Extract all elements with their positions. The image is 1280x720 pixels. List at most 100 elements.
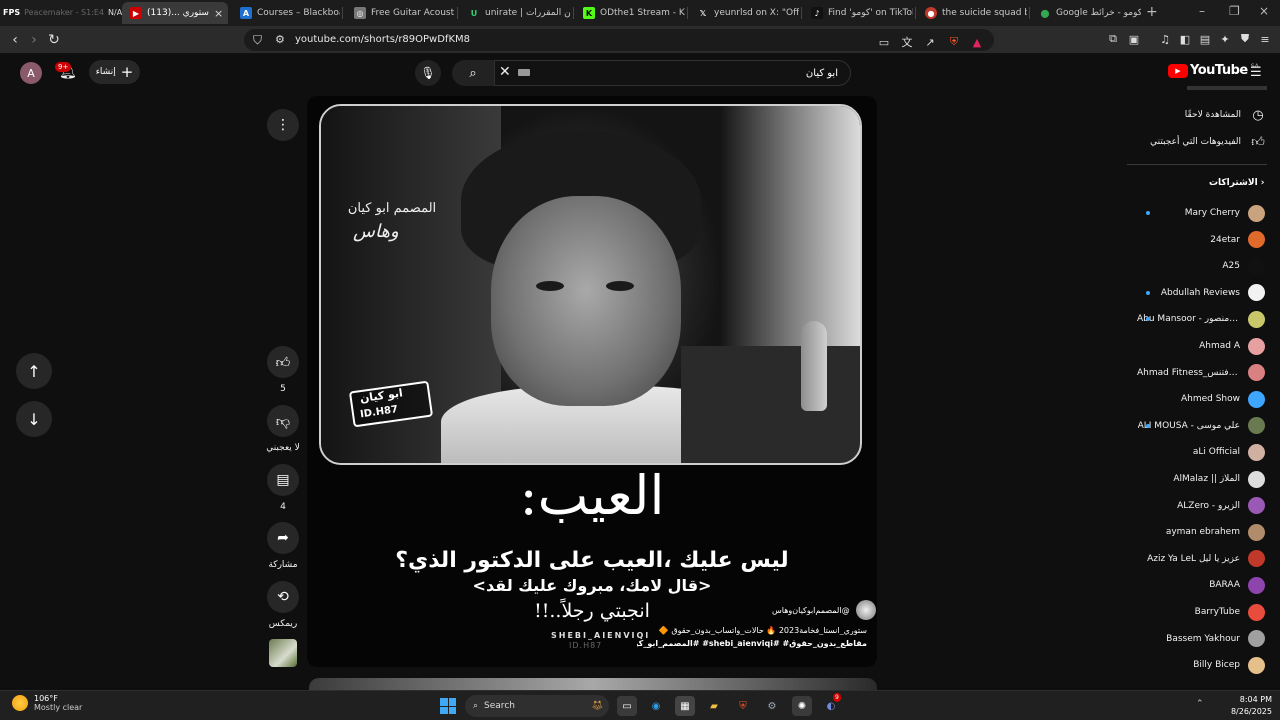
sidebar-item-liked-videos[interactable]: الفيديوهات التي أعجبتني 👍︎ (1127, 132, 1267, 152)
account-avatar[interactable]: A (20, 62, 42, 84)
edge-icon[interactable]: ◉ (646, 696, 666, 716)
tab-blackboard[interactable]: A Courses – Blackboard (232, 2, 340, 24)
guide-menu-icon[interactable]: ☰ (1250, 65, 1262, 80)
subscription-item[interactable]: aLi Official (1137, 442, 1265, 462)
share-icon[interactable]: ↗ (923, 35, 937, 49)
subscription-item[interactable]: Bassem Yakhour (1137, 629, 1265, 649)
chatgpt-icon[interactable]: ✺ (792, 696, 812, 716)
weather-widget[interactable]: 106°F Mostly clear (12, 694, 82, 712)
tab-tiktok[interactable]: ♪ Find 'كومو' on TikTok (803, 2, 913, 24)
windows-start-icon[interactable] (440, 698, 456, 714)
reload-icon[interactable]: ↻ (45, 31, 63, 49)
restore-icon[interactable]: ❐ (1229, 4, 1240, 18)
tab-divider (342, 7, 343, 19)
vpn-icon[interactable]: ⛊ (1238, 32, 1252, 46)
subscriptions-header[interactable]: ‹ الاشتراكات (1209, 178, 1265, 188)
subscription-item[interactable]: Abu Mansoor - ابو منصور (1137, 309, 1265, 329)
fps-value: N/A (108, 7, 123, 17)
brave-shield-icon[interactable]: ⛨ (947, 35, 961, 49)
sidebar-item-watch-later[interactable]: المشاهدة لاحقًا ◷ (1127, 105, 1267, 125)
share-button[interactable]: ➦ (267, 522, 299, 554)
file-explorer-icon[interactable]: ▰ (704, 696, 724, 716)
search-input[interactable] (494, 60, 851, 86)
sound-thumbnail[interactable] (269, 639, 297, 667)
tab-active[interactable]: ▶ ستوري ...(113) × (122, 2, 228, 24)
caption-line-2: <قال لامك، مبروك عليك لقد> (472, 576, 712, 595)
subscription-item[interactable]: 24etar (1137, 230, 1265, 250)
youtube-wordmark: YouTube (1190, 63, 1248, 78)
store-icon[interactable]: ▦ (675, 696, 695, 716)
weather-condition: Mostly clear (34, 703, 83, 712)
subscription-item[interactable]: BARAA (1137, 575, 1265, 595)
sidebar-toggle-icon[interactable]: ▣ (1127, 32, 1141, 46)
video-photo: المصمم ابو كيان وهاس ابو كيان ID.H87 (319, 104, 862, 465)
steam-icon[interactable]: ⚙ (762, 696, 782, 716)
subscription-item[interactable]: ALZero - الزيرو (1137, 496, 1265, 516)
menu-icon[interactable]: ≡ (1258, 32, 1272, 46)
search-button[interactable]: ⌕ (452, 60, 494, 86)
clock[interactable]: 8:04 PM 8/26/2025 (1222, 694, 1272, 718)
url-field[interactable]: ⛉ ⚙ youtube.com/shorts/r89OPwDfKM8 ▭ 文 ↗… (244, 29, 994, 51)
like-button[interactable]: 👍︎ (267, 346, 299, 378)
subscription-item[interactable]: Aziz Ya LeL عزيز يا ليل (1137, 549, 1265, 569)
forward-icon[interactable]: › (25, 31, 43, 49)
tab-kick[interactable]: K ODthe1 Stream - Kick (575, 2, 685, 24)
site-settings-icon[interactable]: ⚙ (275, 33, 285, 46)
remix-button[interactable]: ⟲ (267, 581, 299, 613)
media-icon[interactable]: ♫ (1158, 32, 1172, 46)
extensions-icon[interactable]: ⧉ (1106, 32, 1120, 46)
taskbar-search[interactable]: ⌕ Search 🦊︎ (465, 695, 609, 717)
channel-info[interactable]: @المصمم‌ابوكيان‌وهاس (772, 600, 876, 620)
minimize-icon[interactable]: – (1199, 4, 1205, 18)
next-short-preview[interactable] (309, 678, 877, 690)
new-tab-icon[interactable]: + (1146, 4, 1158, 20)
dislike-button[interactable]: 👎︎ (267, 405, 299, 437)
bookmark-icon[interactable]: ⛉ (253, 33, 262, 48)
subscription-item[interactable]: A25 (1137, 256, 1265, 276)
leo-ai-icon[interactable]: ✦ (1218, 32, 1232, 46)
subscription-item[interactable]: Abdullah Reviews (1137, 283, 1265, 303)
subscription-avatar (1248, 656, 1265, 674)
back-icon[interactable]: ‹ (6, 31, 24, 49)
subscription-item[interactable]: Ahmad A (1137, 336, 1265, 356)
youtube-logo[interactable]: ▶ YouTube SA (1168, 63, 1259, 78)
close-window-icon[interactable]: × (1259, 4, 1269, 18)
keyboard-icon[interactable] (518, 69, 530, 76)
task-view-icon[interactable]: ▭ (617, 696, 637, 716)
tab-guitar[interactable]: ◎ Free Guitar Acoustic Lo... (346, 2, 454, 24)
brave-icon[interactable]: ⛨ (733, 696, 753, 716)
short-video-player[interactable]: المصمم ابو كيان وهاس ابو كيان ID.H87 الع… (307, 96, 877, 667)
next-short-button[interactable]: ↓ (16, 401, 52, 437)
comments-action: ▤ 4 (267, 464, 299, 512)
subscription-avatar (1248, 603, 1265, 621)
tab-x[interactable]: 𝕏 yeunrlsd on X: "Off Th... (689, 2, 799, 24)
tab-suicide-squad[interactable]: ● the suicide squad bus (917, 2, 1027, 24)
clear-search-icon[interactable]: ✕ (499, 64, 511, 80)
channel-handle[interactable]: @المصمم‌ابوكيان‌وهاس (772, 606, 850, 615)
cast-icon[interactable]: ▭ (877, 35, 891, 49)
subscription-item[interactable]: ayman ebrahem (1137, 522, 1265, 542)
comments-button[interactable]: ▤ (267, 464, 299, 496)
brave-rewards-icon[interactable]: ▲ (970, 35, 984, 49)
subscription-item[interactable]: ALI MOUSA - علي موسى (1137, 416, 1265, 436)
tab-unirate[interactable]: U unirate | عن المقررات (460, 2, 570, 24)
description-line-1[interactable]: ستوري_انستا_فخامة2023 🔥 حالات_واتساب_بدو… (637, 626, 867, 635)
translate-icon[interactable]: 文 (900, 35, 914, 49)
subscription-item[interactable]: Ahmad Fitness_احمد فتنس (1137, 363, 1265, 383)
tray-overflow-icon[interactable]: ⌃ (1196, 699, 1204, 709)
description-line-2[interactable]: مقاطع_بدون_حقوق# #shebi_aienviqi# #المصم… (637, 639, 867, 648)
subscription-item[interactable]: AlMalaz || الملاز (1137, 469, 1265, 489)
tab-google-maps[interactable]: ⬤ Google كومو - خرائط (1031, 2, 1141, 24)
subscription-item[interactable]: Mary Cherry (1137, 203, 1265, 223)
subscription-item[interactable]: Ahmed Show (1137, 389, 1265, 409)
subscription-item[interactable]: Billy Bicep (1137, 655, 1265, 675)
more-options-button[interactable]: ⋮ (267, 109, 299, 141)
tab-close-icon[interactable]: × (214, 7, 223, 20)
create-button[interactable]: إنشاء + (89, 60, 140, 84)
voice-search-mic-icon[interactable]: 🎙︎ (415, 60, 441, 86)
reading-list-icon[interactable]: ◧ (1178, 32, 1192, 46)
wallet-icon[interactable]: ▤ (1198, 32, 1212, 46)
subscription-item[interactable]: BarryTube (1137, 602, 1265, 622)
channel-avatar[interactable] (855, 600, 876, 620)
previous-short-button[interactable]: ↑ (16, 353, 52, 389)
